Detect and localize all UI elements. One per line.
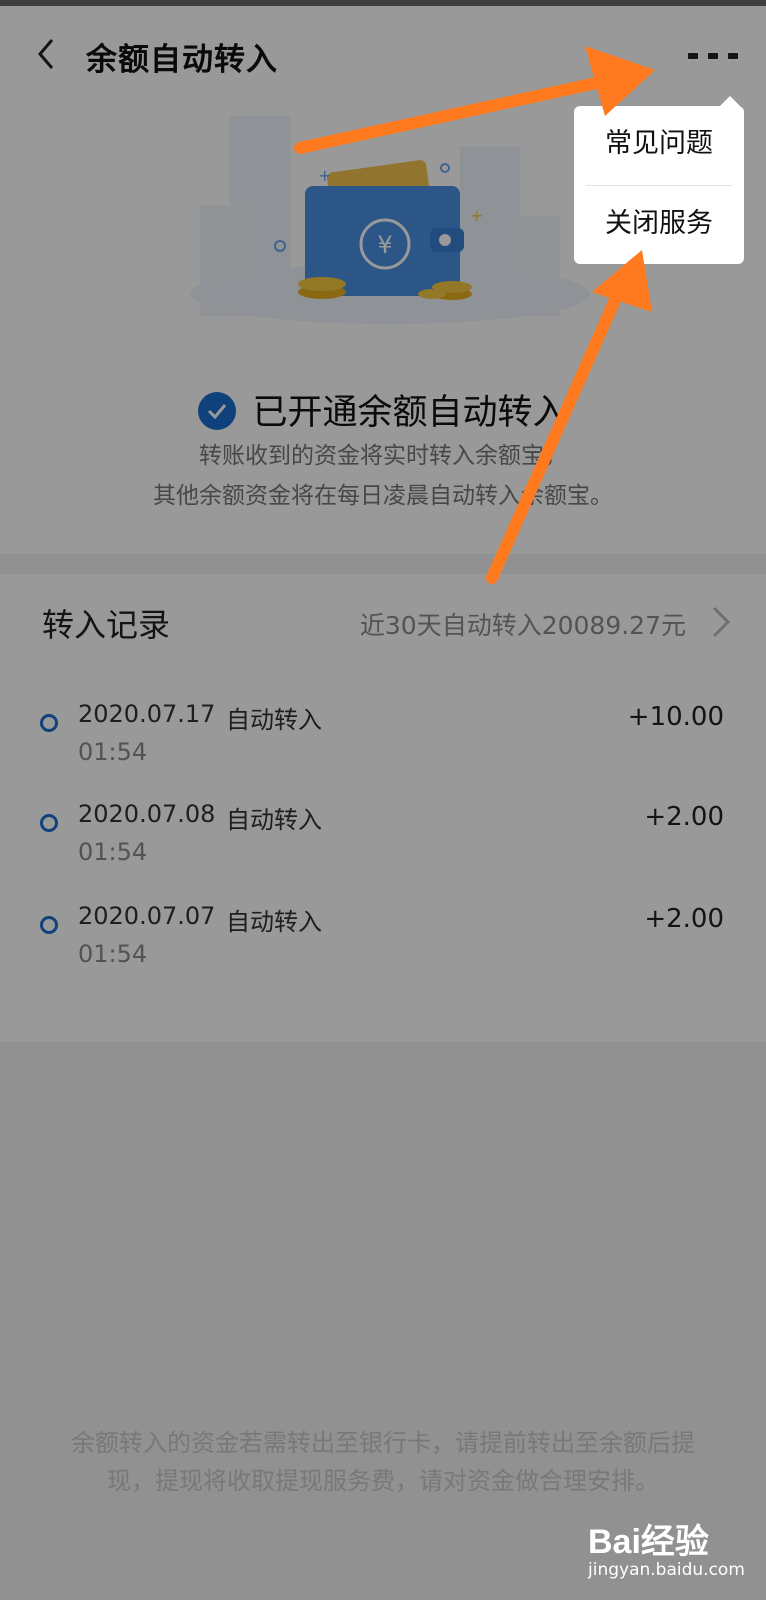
arrow-to-more-icon-head [585, 46, 655, 116]
arrow-to-close-service [486, 294, 621, 584]
watermark-logo: Bai经验 [588, 1523, 709, 1561]
arrow-to-close-service-head [592, 250, 652, 312]
baidu-jingyan-watermark: Bai经验 jingyan.baidu.com [588, 1514, 758, 1584]
arrow-to-more-icon [294, 74, 616, 154]
annotation-arrows [294, 46, 655, 584]
watermark-url: jingyan.baidu.com [588, 1560, 745, 1580]
